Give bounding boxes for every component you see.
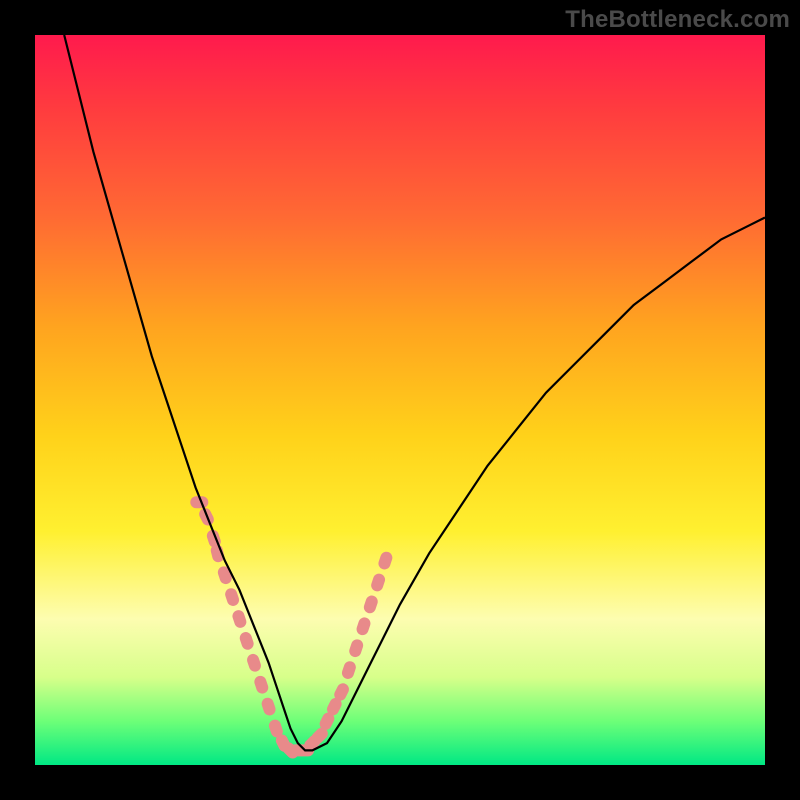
bead-marker	[260, 696, 277, 717]
chart-svg	[35, 35, 765, 765]
bead-marker	[224, 587, 241, 608]
bead-marker	[216, 565, 233, 586]
bead-marker	[231, 609, 248, 630]
bead-marker	[362, 594, 379, 615]
bead-marker	[245, 652, 262, 673]
bead-marker	[370, 572, 387, 593]
bead-marker	[253, 674, 270, 695]
bead-marker	[355, 616, 372, 637]
bead-marker	[340, 660, 357, 681]
bead-marker	[377, 550, 394, 571]
chart-plot-area	[35, 35, 765, 765]
chart-frame: TheBottleneck.com	[0, 0, 800, 800]
marker-beads	[190, 496, 394, 761]
bead-marker	[348, 638, 365, 659]
bead-marker	[238, 630, 255, 651]
watermark-text: TheBottleneck.com	[565, 6, 790, 34]
curve-line	[64, 35, 765, 750]
